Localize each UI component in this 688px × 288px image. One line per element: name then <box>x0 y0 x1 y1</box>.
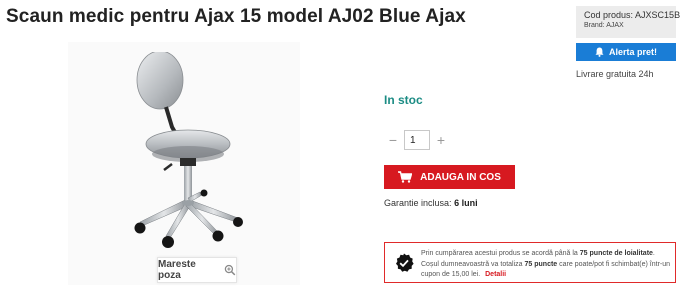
zoom-image-button[interactable]: Mareste poza <box>157 257 237 283</box>
warranty-info: Garantie inclusa: 6 luni <box>384 198 478 208</box>
price-alert-label: Alerta pret! <box>608 47 657 57</box>
price-alert-button[interactable]: Alerta pret! <box>576 43 676 61</box>
magnifier-icon <box>224 264 236 276</box>
stock-status: In stoc <box>384 93 423 107</box>
product-image-area[interactable]: Mareste poza <box>68 42 300 285</box>
product-code-label: Cod produs: <box>584 10 634 20</box>
product-code-value: AJXSC15B <box>635 10 681 20</box>
loyalty-text: Prin cumpărarea acestui produs se acordă… <box>421 249 673 281</box>
loyalty-points-earned: 75 puncte de loialitate <box>579 250 653 257</box>
add-to-cart-label: ADAUGA IN COS <box>420 171 501 183</box>
loyalty-points-box: Prin cumpărarea acestui produs se acordă… <box>384 242 676 283</box>
bell-icon <box>595 47 604 57</box>
quantity-increase-button[interactable]: + <box>432 130 450 150</box>
loyalty-text-part1: Prin cumpărarea acestui produs se acordă… <box>421 250 578 257</box>
quantity-decrease-button[interactable]: − <box>384 130 402 150</box>
add-to-cart-button[interactable]: ADAUGA IN COS <box>384 165 515 189</box>
quantity-stepper: − + <box>384 130 450 150</box>
quantity-input[interactable] <box>404 130 430 150</box>
product-image[interactable] <box>128 52 258 252</box>
delivery-info: Livrare gratuita 24h <box>576 69 654 79</box>
zoom-button-label: Mareste poza <box>158 259 196 281</box>
brand-value: AJAX <box>606 22 624 29</box>
product-code-box: Cod produs: AJXSC15B Brand: AJAX <box>576 6 680 38</box>
loyalty-points-total: 75 puncte <box>524 260 558 268</box>
product-title: Scaun medic pentru Ajax 15 model AJ02 Bl… <box>6 6 466 27</box>
brand-label: Brand: <box>584 22 605 29</box>
loyalty-details-link[interactable]: Detalii <box>485 271 506 278</box>
warranty-label: Garantie inclusa: <box>384 198 452 208</box>
cart-icon <box>398 171 413 183</box>
warranty-value: 6 luni <box>454 198 478 208</box>
checkmark-badge-icon <box>396 253 414 272</box>
